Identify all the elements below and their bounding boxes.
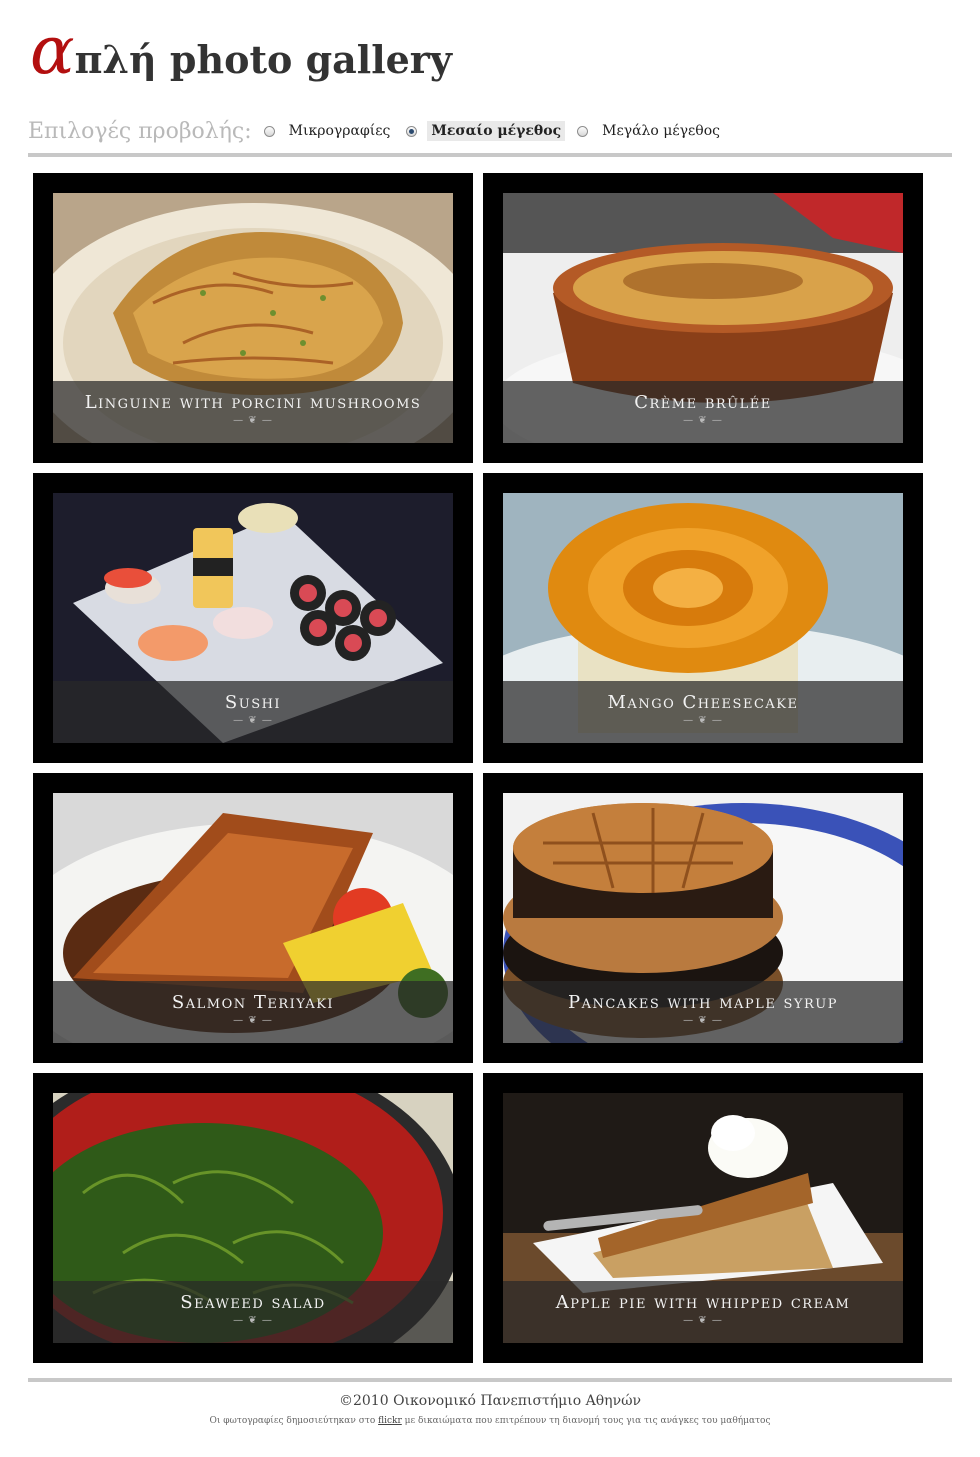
ornament-icon: — ❦ — xyxy=(233,1015,273,1026)
ornament-icon: — ❦ — xyxy=(683,715,723,726)
top-divider xyxy=(28,153,952,157)
gallery-card-sushi[interactable]: Sushi — ❦ — xyxy=(33,473,473,763)
option-thumbnails-label[interactable]: Μικρογραφίες xyxy=(285,121,395,141)
ornament-icon: — ❦ — xyxy=(683,1315,723,1326)
caption-bar: Linguine with porcini mushrooms — ❦ — xyxy=(53,381,453,443)
gallery-card-salmon-teriyaki[interactable]: Salmon Teriyaki — ❦ — xyxy=(33,773,473,1063)
photo-mango-cheesecake[interactable]: Mango Cheesecake — ❦ — xyxy=(503,493,903,743)
ornament-icon: — ❦ — xyxy=(233,415,273,426)
radio-thumbnails[interactable] xyxy=(263,125,275,137)
caption-bar: Sushi — ❦ — xyxy=(53,681,453,743)
photo-apple-pie[interactable]: Apple pie with whipped cream — ❦ — xyxy=(503,1093,903,1343)
photo-salmon-teriyaki[interactable]: Salmon Teriyaki — ❦ — xyxy=(53,793,453,1043)
option-medium[interactable]: Μεσαίο μέγεθος xyxy=(406,121,566,141)
gallery-card-mango-cheesecake[interactable]: Mango Cheesecake — ❦ — xyxy=(483,473,923,763)
photo-sushi[interactable]: Sushi — ❦ — xyxy=(53,493,453,743)
caption-text: Crème brûlée xyxy=(634,392,772,413)
option-large-label[interactable]: Μεγάλο μέγεθος xyxy=(598,121,724,141)
bottom-divider xyxy=(28,1378,952,1382)
caption-text: Pancakes with maple syrup xyxy=(567,992,839,1013)
logo-alpha: α xyxy=(30,12,75,89)
gallery-card-seaweed-salad[interactable]: Seaweed salad — ❦ — xyxy=(33,1073,473,1363)
option-thumbnails[interactable]: Μικρογραφίες xyxy=(263,121,395,141)
option-large[interactable]: Μεγάλο μέγεθος xyxy=(577,121,724,141)
flickr-link[interactable]: flickr xyxy=(378,1416,402,1426)
caption-text: Seaweed salad xyxy=(180,1292,326,1313)
ornament-icon: — ❦ — xyxy=(683,415,723,426)
photo-pancakes[interactable]: Pancakes with maple syrup — ❦ — xyxy=(503,793,903,1043)
credits-text-before: Οι φωτογραφίες δημοσιεύτηκαν στο xyxy=(209,1416,379,1426)
caption-bar: Crème brûlée — ❦ — xyxy=(503,381,903,443)
photo-creme-brulee[interactable]: Crème brûlée — ❦ — xyxy=(503,193,903,443)
caption-bar: Pancakes with maple syrup — ❦ — xyxy=(503,981,903,1043)
gallery-card-apple-pie[interactable]: Apple pie with whipped cream — ❦ — xyxy=(483,1073,923,1363)
credits-text-after: με δικαιώματα που επιτρέπουν τη διανομή … xyxy=(401,1416,771,1426)
ornament-icon: — ❦ — xyxy=(683,1015,723,1026)
photo-credits: Οι φωτογραφίες δημοσιεύτηκαν στο flickr … xyxy=(0,1416,980,1426)
photo-gallery: Linguine with porcini mushrooms — ❦ — Cr… xyxy=(33,173,923,1363)
photo-seaweed-salad[interactable]: Seaweed salad — ❦ — xyxy=(53,1093,453,1343)
caption-text: Linguine with porcini mushrooms xyxy=(84,392,422,413)
caption-bar: Apple pie with whipped cream — ❦ — xyxy=(503,1281,903,1343)
caption-text: Mango Cheesecake xyxy=(607,692,799,713)
ornament-icon: — ❦ — xyxy=(233,715,273,726)
gallery-card-linguine[interactable]: Linguine with porcini mushrooms — ❦ — xyxy=(33,173,473,463)
view-options: Επιλογές προβολής: Μικρογραφίες Μεσαίο μ… xyxy=(28,114,736,148)
ornament-icon: — ❦ — xyxy=(233,1315,273,1326)
view-options-title: Επιλογές προβολής: xyxy=(28,118,252,144)
gallery-card-pancakes[interactable]: Pancakes with maple syrup — ❦ — xyxy=(483,773,923,1063)
radio-large[interactable] xyxy=(577,125,589,137)
caption-bar: Salmon Teriyaki — ❦ — xyxy=(53,981,453,1043)
caption-text: Sushi xyxy=(224,692,282,713)
caption-text: Salmon Teriyaki xyxy=(171,992,335,1013)
caption-bar: Mango Cheesecake — ❦ — xyxy=(503,681,903,743)
radio-medium[interactable] xyxy=(406,125,418,137)
gallery-card-creme-brulee[interactable]: Crème brûlée — ❦ — xyxy=(483,173,923,463)
caption-bar: Seaweed salad — ❦ — xyxy=(53,1281,453,1343)
option-medium-label[interactable]: Μεσαίο μέγεθος xyxy=(427,121,566,141)
caption-text: Apple pie with whipped cream xyxy=(555,1292,851,1313)
photo-linguine[interactable]: Linguine with porcini mushrooms — ❦ — xyxy=(53,193,453,443)
site-logo: απλή photo gallery xyxy=(30,16,452,86)
copyright: ©2010 Οικονομικό Πανεπιστήμιο Αθηνών xyxy=(338,1393,642,1409)
logo-title: πλή photo gallery xyxy=(74,37,452,82)
